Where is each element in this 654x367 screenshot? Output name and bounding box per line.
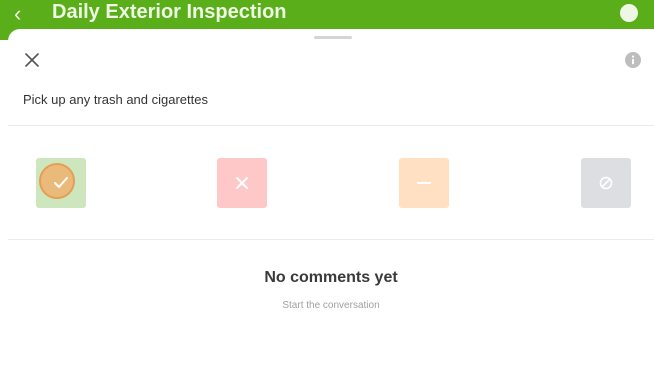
task-title: Pick up any trash and cigarettes <box>23 92 208 107</box>
checkmark-icon <box>54 177 68 188</box>
app-header-title: Daily Exterior Inspection <box>52 1 287 23</box>
prohibited-icon <box>599 176 613 190</box>
info-icon[interactable] <box>620 4 638 22</box>
info-button[interactable] <box>625 52 641 68</box>
divider <box>8 239 654 240</box>
not-applicable-option-button[interactable] <box>399 158 449 208</box>
drag-handle[interactable] <box>314 36 352 39</box>
info-icon <box>625 52 641 68</box>
dash-icon <box>417 182 431 184</box>
comments-empty-subtitle: Start the conversation <box>282 300 380 311</box>
bottom-sheet: Pick up any trash and cigarettes No comm… <box>8 29 654 367</box>
close-button[interactable] <box>23 51 41 69</box>
chevron-left-icon[interactable]: ‹ <box>14 2 21 26</box>
comments-empty-title: No comments yet <box>264 269 398 286</box>
skip-option-button[interactable] <box>581 158 631 208</box>
fail-option-button[interactable] <box>217 158 267 208</box>
pass-option-button[interactable] <box>36 158 86 208</box>
divider <box>8 125 654 126</box>
x-icon <box>236 177 248 189</box>
close-icon <box>25 53 39 67</box>
